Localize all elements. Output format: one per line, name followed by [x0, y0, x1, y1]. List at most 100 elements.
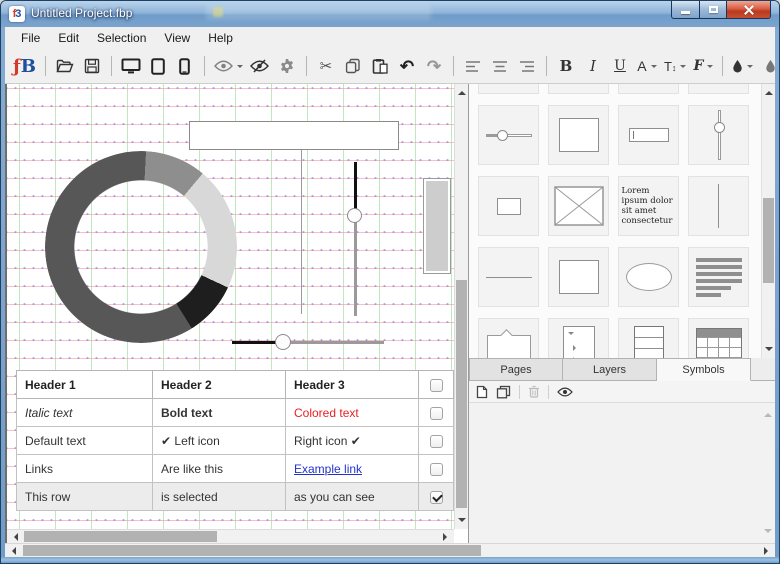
desktop-preview-button[interactable] — [121, 54, 141, 78]
titlebar[interactable]: f3 Untitled Project.fbp — [1, 1, 779, 27]
menu-help[interactable]: Help — [199, 28, 242, 48]
palette-scroll-thumb[interactable] — [763, 198, 774, 283]
row-checkbox[interactable] — [430, 435, 443, 448]
window-horizontal-scrollbar[interactable] — [5, 543, 775, 557]
copy-button[interactable] — [343, 54, 363, 78]
symbol-text-input[interactable] — [618, 105, 679, 165]
symbols-list[interactable] — [469, 403, 775, 543]
canvas-horizontal-scrollbar[interactable] — [7, 529, 454, 543]
close-button[interactable] — [727, 1, 771, 19]
canvas-vertical-line[interactable] — [301, 150, 302, 314]
canvas-hscroll-thumb[interactable] — [24, 531, 217, 542]
canvas-area: Header 1 Header 2 Header 3 Italic text B… — [7, 84, 468, 543]
hide-annotations-button[interactable] — [250, 54, 270, 78]
tab-pages[interactable]: Pages — [469, 358, 563, 381]
vslider-handle[interactable] — [347, 208, 362, 223]
window-hscroll-thumb[interactable] — [23, 545, 481, 556]
underline-button[interactable]: U — [610, 54, 630, 78]
design-canvas[interactable]: Header 1 Header 2 Header 3 Italic text B… — [7, 84, 454, 529]
symbol-rectangle[interactable] — [548, 247, 609, 307]
fill-color-button[interactable] — [732, 54, 753, 78]
align-center-button[interactable] — [490, 54, 510, 78]
menu-file[interactable]: File — [12, 28, 49, 48]
new-page-icon[interactable] — [476, 385, 488, 399]
scroll-right-icon[interactable] — [764, 547, 772, 555]
underline-label: U — [614, 58, 626, 74]
symbol-image-placeholder[interactable] — [548, 176, 609, 236]
symbol-rectangle[interactable] — [548, 105, 609, 165]
hslider-track — [284, 341, 384, 344]
align-right-button[interactable] — [517, 54, 537, 78]
save-button[interactable] — [82, 54, 102, 78]
chevron-down-icon — [747, 65, 753, 71]
symbol-list-box[interactable] — [618, 318, 679, 358]
symbol-horizontal-line[interactable] — [478, 247, 539, 307]
symbol-paragraph[interactable] — [688, 247, 749, 307]
symbol-callout-panel[interactable] — [478, 318, 539, 358]
scroll-down-icon[interactable] — [765, 347, 773, 355]
scroll-up-icon[interactable] — [765, 87, 773, 95]
menu-view[interactable]: View — [155, 28, 199, 48]
duplicate-icon[interactable] — [496, 385, 511, 399]
menu-selection[interactable]: Selection — [88, 28, 155, 48]
scroll-down-icon[interactable] — [764, 529, 772, 537]
menu-edit[interactable]: Edit — [49, 28, 88, 48]
bold-button[interactable]: B — [556, 54, 576, 78]
symbol-text-block[interactable]: Lorem ipsum dolor sit amet consectetur — [618, 176, 679, 236]
font-color-button[interactable]: A — [637, 54, 657, 78]
donut-chart[interactable] — [45, 151, 237, 343]
settings-button[interactable] — [277, 54, 297, 78]
window-title: Untitled Project.fbp — [31, 6, 132, 20]
symbol-cell-partial[interactable] — [478, 84, 539, 94]
open-button[interactable] — [55, 54, 75, 78]
text-size-button[interactable]: T↕ — [664, 54, 686, 78]
scroll-up-icon[interactable] — [458, 87, 466, 95]
scroll-left-icon[interactable] — [10, 533, 18, 541]
symbol-horizontal-slider[interactable] — [478, 105, 539, 165]
canvas-vertical-scrollbar[interactable] — [454, 84, 468, 529]
symbol-cell-partial[interactable] — [548, 84, 609, 94]
hslider-handle[interactable] — [275, 334, 291, 350]
row-checkbox[interactable] — [430, 407, 443, 420]
row-checkbox[interactable] — [430, 491, 443, 504]
font-family-button[interactable]: F — [693, 54, 713, 78]
italic-button[interactable]: I — [583, 54, 603, 78]
clipped-toolbar-button[interactable] — [760, 54, 775, 78]
align-left-button[interactable] — [463, 54, 483, 78]
canvas-horizontal-slider[interactable] — [229, 332, 389, 352]
canvas-text-input[interactable] — [189, 121, 399, 150]
symbol-small-rectangle[interactable] — [478, 176, 539, 236]
phone-preview-button[interactable] — [175, 54, 195, 78]
scroll-left-icon[interactable] — [8, 547, 16, 555]
canvas-table[interactable]: Header 1 Header 2 Header 3 Italic text B… — [16, 370, 454, 511]
tab-layers[interactable]: Layers — [563, 358, 657, 381]
undo-button[interactable]: ↶ — [397, 54, 417, 78]
canvas-vscroll-thumb[interactable] — [456, 280, 467, 508]
paste-button[interactable] — [370, 54, 390, 78]
canvas-scrollbar-widget[interactable] — [423, 178, 451, 274]
eye-icon[interactable] — [557, 387, 573, 397]
symbol-data-grid[interactable] — [688, 318, 749, 358]
symbol-ellipse[interactable] — [618, 247, 679, 307]
symbol-vertical-slider[interactable] — [688, 105, 749, 165]
symbol-cell-partial[interactable] — [688, 84, 749, 94]
symbol-cell-partial[interactable] — [618, 84, 679, 94]
tab-symbols[interactable]: Symbols — [657, 358, 751, 381]
scroll-down-icon[interactable] — [458, 518, 466, 526]
palette-scrollbar[interactable] — [761, 84, 775, 358]
visibility-dropdown-button[interactable] — [214, 54, 243, 78]
symbol-tree-view[interactable] — [548, 318, 609, 358]
header-checkbox[interactable] — [430, 379, 443, 392]
cut-button[interactable]: ✂ — [316, 54, 336, 78]
canvas-vertical-slider[interactable] — [347, 156, 363, 322]
maximize-button[interactable] — [700, 1, 727, 19]
scroll-right-icon[interactable] — [443, 533, 451, 541]
trash-icon[interactable] — [528, 385, 540, 398]
minimize-button[interactable] — [671, 1, 700, 19]
scroll-up-icon[interactable] — [764, 409, 772, 417]
row-checkbox[interactable] — [430, 463, 443, 476]
tablet-preview-button[interactable] — [148, 54, 168, 78]
symbol-vertical-line[interactable] — [688, 176, 749, 236]
example-link[interactable]: Example link — [294, 462, 362, 476]
redo-button[interactable]: ↷ — [424, 54, 444, 78]
